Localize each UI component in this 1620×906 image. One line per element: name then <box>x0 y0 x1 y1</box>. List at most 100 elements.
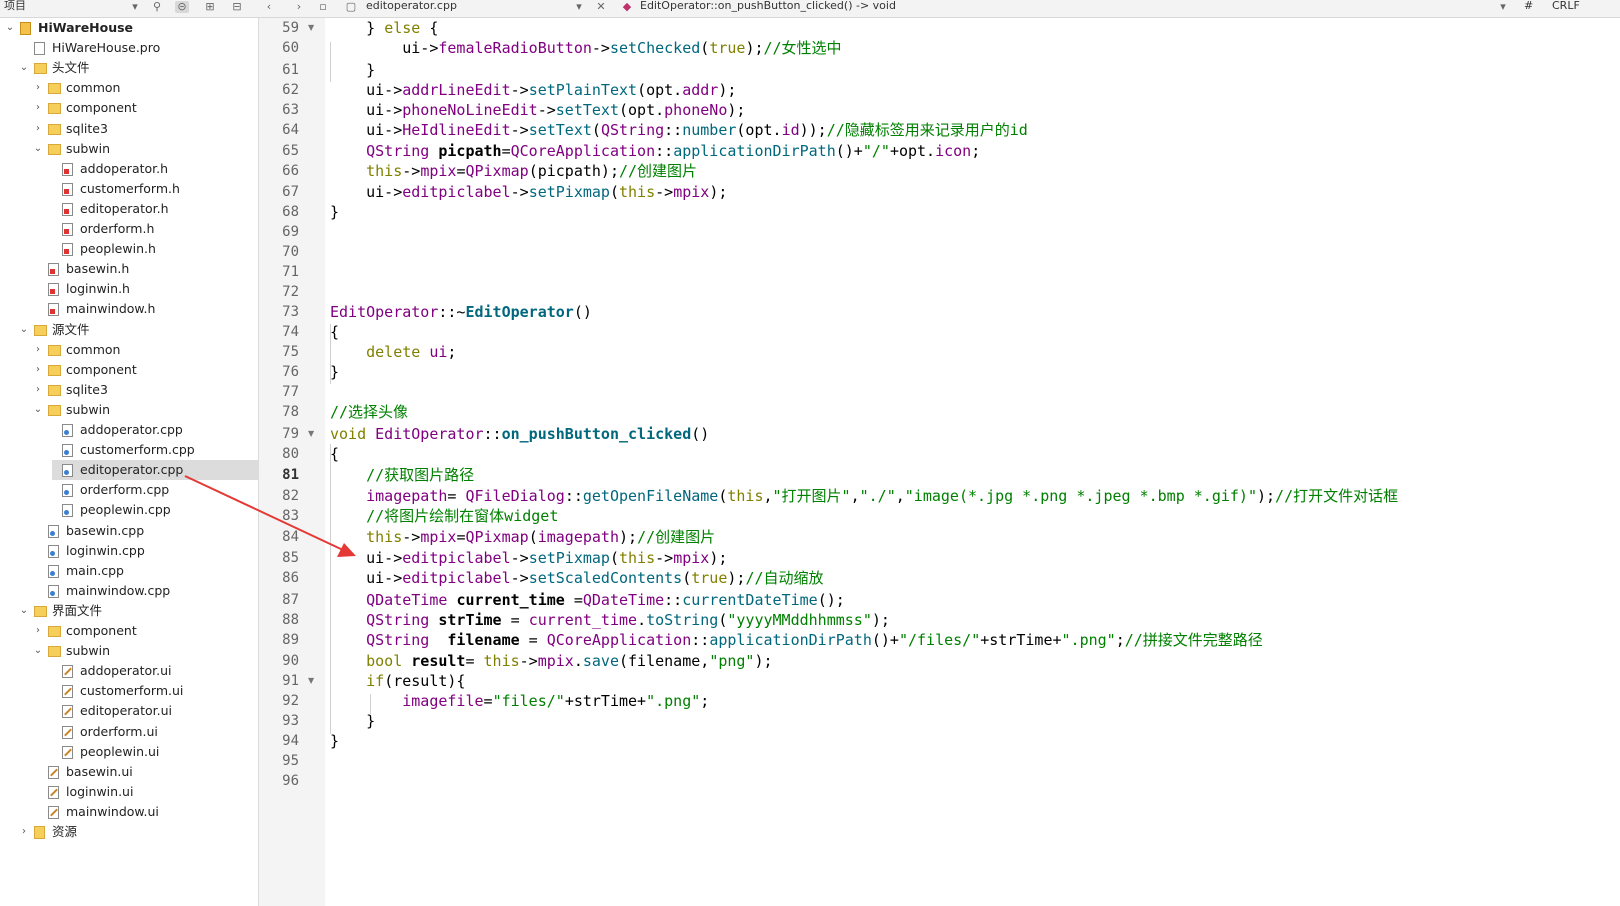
tree-item[interactable]: editoperator.cpp <box>52 460 258 481</box>
back-icon[interactable]: ‹ <box>262 1 276 13</box>
code-line[interactable]: ui->editpiclabel->setPixmap(this->mpix); <box>330 548 727 568</box>
code-line[interactable]: this->mpix=QPixmap(imagepath);//创建图片 <box>330 527 715 547</box>
tree-item[interactable]: › common <box>0 340 258 360</box>
code-line[interactable]: void EditOperator::on_pushButton_clicked… <box>330 424 709 444</box>
code-line[interactable]: { <box>330 444 339 464</box>
tree-item[interactable]: main.cpp <box>0 561 258 581</box>
chevron-right-icon[interactable]: › <box>18 822 30 842</box>
code-line[interactable]: } <box>330 711 375 731</box>
tree-item[interactable]: › sqlite3 <box>0 119 258 139</box>
chevron-right-icon[interactable]: › <box>32 98 44 118</box>
tree-item[interactable]: orderform.h <box>0 219 258 239</box>
close-split-icon[interactable]: ⊟ <box>230 1 244 13</box>
tree-item[interactable]: basewin.cpp <box>0 521 258 541</box>
code-line[interactable]: ui->HeIdlineEdit->setText(QString::numbe… <box>330 120 1028 140</box>
code-line[interactable]: QString strTime = current_time.toString(… <box>330 610 890 630</box>
fold-marker-icon[interactable]: ▼ <box>308 18 318 38</box>
link-icon[interactable]: ⊝ <box>175 1 189 13</box>
tree-item[interactable]: ⌄ subwin <box>0 400 258 420</box>
tree-item[interactable]: customerform.ui <box>0 681 258 701</box>
tree-item[interactable]: customerform.h <box>0 179 258 199</box>
code-line[interactable]: ui->editpiclabel->setScaledContents(true… <box>330 568 823 588</box>
tree-item[interactable]: loginwin.h <box>0 279 258 299</box>
code-line[interactable]: ui->editpiclabel->setPixmap(this->mpix); <box>330 182 727 202</box>
code-line[interactable]: ui->femaleRadioButton->setChecked(true);… <box>330 38 841 58</box>
code-line[interactable]: } <box>330 60 375 80</box>
chevron-down-icon[interactable]: ⌄ <box>18 320 30 340</box>
tree-item[interactable]: loginwin.cpp <box>0 541 258 561</box>
tree-item[interactable]: › component <box>0 98 258 118</box>
tree-item[interactable]: ⌄ subwin <box>0 139 258 159</box>
code-editor[interactable]: } else { ui->femaleRadioButton->setCheck… <box>326 18 1620 906</box>
hash-indicator[interactable]: # <box>1524 0 1533 17</box>
chevron-down-icon[interactable]: ⌄ <box>32 641 44 661</box>
code-line[interactable]: //选择头像 <box>330 402 408 422</box>
tree-item[interactable]: peoplewin.ui <box>0 742 258 762</box>
forward-icon[interactable]: › <box>292 1 306 13</box>
file-dropdown-icon[interactable]: ▾ <box>572 1 586 13</box>
code-line[interactable]: } else { <box>330 18 438 38</box>
code-line[interactable]: imagefile="files/"+strTime+".png"; <box>330 691 709 711</box>
tree-item[interactable]: ⌄ HiWareHouse <box>0 18 258 38</box>
tree-item[interactable]: addoperator.cpp <box>0 420 258 440</box>
tree-item[interactable]: ⌄ 头文件 <box>0 58 258 78</box>
chevron-down-icon[interactable]: ⌄ <box>18 601 30 621</box>
tree-item[interactable]: ⌄ subwin <box>0 641 258 661</box>
chevron-down-icon[interactable]: ⌄ <box>32 139 44 159</box>
tree-item[interactable]: addoperator.ui <box>0 661 258 681</box>
tree-item[interactable]: orderform.ui <box>0 722 258 742</box>
tree-item[interactable]: editoperator.ui <box>0 701 258 721</box>
tree-item[interactable]: mainwindow.cpp <box>0 581 258 601</box>
tree-item[interactable]: peoplewin.cpp <box>0 500 258 520</box>
code-line[interactable]: imagepath= QFileDialog::getOpenFileName(… <box>330 486 1398 506</box>
tree-item[interactable]: editoperator.h <box>0 199 258 219</box>
chevron-right-icon[interactable]: › <box>32 78 44 98</box>
code-line[interactable]: } <box>330 731 339 751</box>
chevron-down-icon[interactable]: ⌄ <box>18 58 30 78</box>
code-line[interactable]: delete ui; <box>330 342 456 362</box>
tree-item[interactable]: addoperator.h <box>0 159 258 179</box>
tree-item[interactable]: › component <box>0 360 258 380</box>
add-split-icon[interactable]: ⊞ <box>203 1 217 13</box>
code-line[interactable]: this->mpix=QPixmap(picpath);//创建图片 <box>330 161 697 181</box>
chevron-right-icon[interactable]: › <box>32 119 44 139</box>
tree-item[interactable]: HiWareHouse.pro <box>0 38 258 58</box>
code-line[interactable]: QString filename = QCoreApplication::app… <box>330 630 1263 650</box>
code-line[interactable]: EditOperator::~EditOperator() <box>330 302 592 322</box>
tree-item[interactable]: loginwin.ui <box>0 782 258 802</box>
code-line[interactable]: } <box>330 202 339 222</box>
chevron-right-icon[interactable]: › <box>32 621 44 641</box>
tree-item[interactable]: mainwindow.ui <box>0 802 258 822</box>
tree-item[interactable]: › common <box>0 78 258 98</box>
code-line[interactable]: //获取图片路径 <box>330 465 474 485</box>
code-line[interactable]: if(result){ <box>330 671 465 691</box>
fold-marker-icon[interactable]: ▼ <box>308 424 318 444</box>
fold-marker-icon[interactable]: ▼ <box>308 671 318 691</box>
code-line[interactable]: bool result= this->mpix.save(filename,"p… <box>330 651 772 671</box>
chevron-right-icon[interactable]: › <box>32 380 44 400</box>
chevron-right-icon[interactable]: › <box>32 340 44 360</box>
tree-item[interactable]: ⌄ 源文件 <box>0 320 258 340</box>
code-line[interactable]: ui->phoneNoLineEdit->setText(opt.phoneNo… <box>330 100 745 120</box>
code-line[interactable]: QDateTime current_time =QDateTime::curre… <box>330 590 845 610</box>
tree-item[interactable]: peoplewin.h <box>0 239 258 259</box>
crumb-dropdown-icon[interactable]: ▾ <box>1496 1 1510 13</box>
chevron-down-icon[interactable]: ⌄ <box>32 400 44 420</box>
code-line[interactable]: { <box>330 322 339 342</box>
function-breadcrumb[interactable]: EditOperator::on_pushButton_clicked() ->… <box>640 0 896 17</box>
file-tab[interactable]: editoperator.cpp <box>366 0 457 17</box>
close-file-icon[interactable]: ✕ <box>594 1 608 13</box>
code-line[interactable]: } <box>330 362 339 382</box>
line-ending[interactable]: CRLF <box>1552 0 1580 17</box>
tree-item[interactable]: › component <box>0 621 258 641</box>
tree-item[interactable]: basewin.ui <box>0 762 258 782</box>
tree-item[interactable]: mainwindow.h <box>0 299 258 319</box>
filter-icon[interactable]: ⚲ <box>150 1 164 13</box>
tree-item[interactable]: › sqlite3 <box>0 380 258 400</box>
tree-item[interactable]: customerform.cpp <box>0 440 258 460</box>
code-line[interactable]: QString picpath=QCoreApplication::applic… <box>330 141 980 161</box>
tree-item[interactable]: basewin.h <box>0 259 258 279</box>
tree-item[interactable]: › 资源 <box>0 822 258 842</box>
tree-item[interactable]: ⌄ 界面文件 <box>0 601 258 621</box>
chevron-right-icon[interactable]: › <box>32 360 44 380</box>
